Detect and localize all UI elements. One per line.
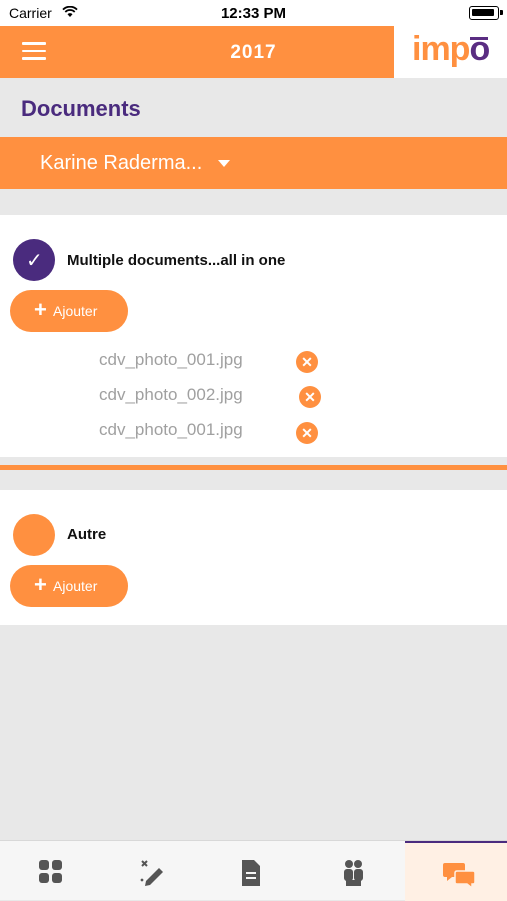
section-unchecked-icon bbox=[13, 514, 55, 556]
chat-icon bbox=[443, 863, 476, 889]
add-document-button[interactable]: + Ajouter bbox=[10, 290, 128, 332]
document-icon bbox=[242, 860, 260, 886]
people-icon bbox=[344, 860, 363, 886]
remove-file-icon[interactable]: ✕ bbox=[296, 351, 318, 373]
battery-icon bbox=[469, 6, 503, 20]
file-name: cdv_photo_001.jpg bbox=[99, 350, 243, 369]
dashboard-icon bbox=[39, 860, 62, 883]
file-name: cdv_photo_002.jpg bbox=[99, 385, 243, 404]
tab-people[interactable] bbox=[303, 841, 404, 901]
section-divider bbox=[0, 465, 507, 470]
document-section: ✓ Multiple documents...all in one + Ajou… bbox=[0, 215, 507, 457]
remove-file-icon[interactable]: ✕ bbox=[299, 386, 321, 408]
plus-icon: + bbox=[34, 297, 47, 322]
plus-icon: + bbox=[34, 572, 47, 597]
document-section: Autre + Ajouter bbox=[0, 490, 507, 625]
tab-dashboard[interactable] bbox=[0, 841, 101, 901]
file-name: cdv_photo_001.jpg bbox=[99, 420, 243, 439]
logo-macron bbox=[470, 37, 488, 40]
caret-down-icon bbox=[218, 160, 230, 167]
tab-bar bbox=[0, 840, 507, 901]
person-name: Karine Raderma... bbox=[40, 152, 203, 174]
file-item: cdv_photo_001.jpg ✕ bbox=[0, 346, 507, 376]
logo-text-2: o bbox=[469, 30, 490, 68]
add-document-button[interactable]: + Ajouter bbox=[10, 565, 128, 607]
file-item: cdv_photo_001.jpg ✕ bbox=[0, 416, 507, 446]
section-title: Multiple documents...all in one bbox=[67, 252, 286, 269]
edit-icon bbox=[140, 860, 163, 886]
page-title: Documents bbox=[21, 96, 141, 121]
add-button-label: Ajouter bbox=[53, 303, 98, 319]
tab-messages[interactable] bbox=[405, 841, 507, 901]
section-title: Autre bbox=[67, 526, 107, 543]
logo-text-1: imp bbox=[412, 30, 470, 68]
tab-edit[interactable] bbox=[101, 841, 202, 901]
logo: impo bbox=[394, 26, 507, 78]
file-item: cdv_photo_002.jpg ✕ bbox=[0, 381, 507, 411]
tab-documents[interactable] bbox=[202, 841, 303, 901]
add-button-label: Ajouter bbox=[53, 578, 98, 594]
section-checked-icon: ✓ bbox=[13, 239, 55, 281]
status-bar: Carrier 12:33 PM bbox=[0, 0, 507, 26]
remove-file-icon[interactable]: ✕ bbox=[296, 422, 318, 444]
person-selector[interactable]: Karine Raderma... bbox=[0, 137, 507, 189]
clock: 12:33 PM bbox=[220, 5, 287, 22]
